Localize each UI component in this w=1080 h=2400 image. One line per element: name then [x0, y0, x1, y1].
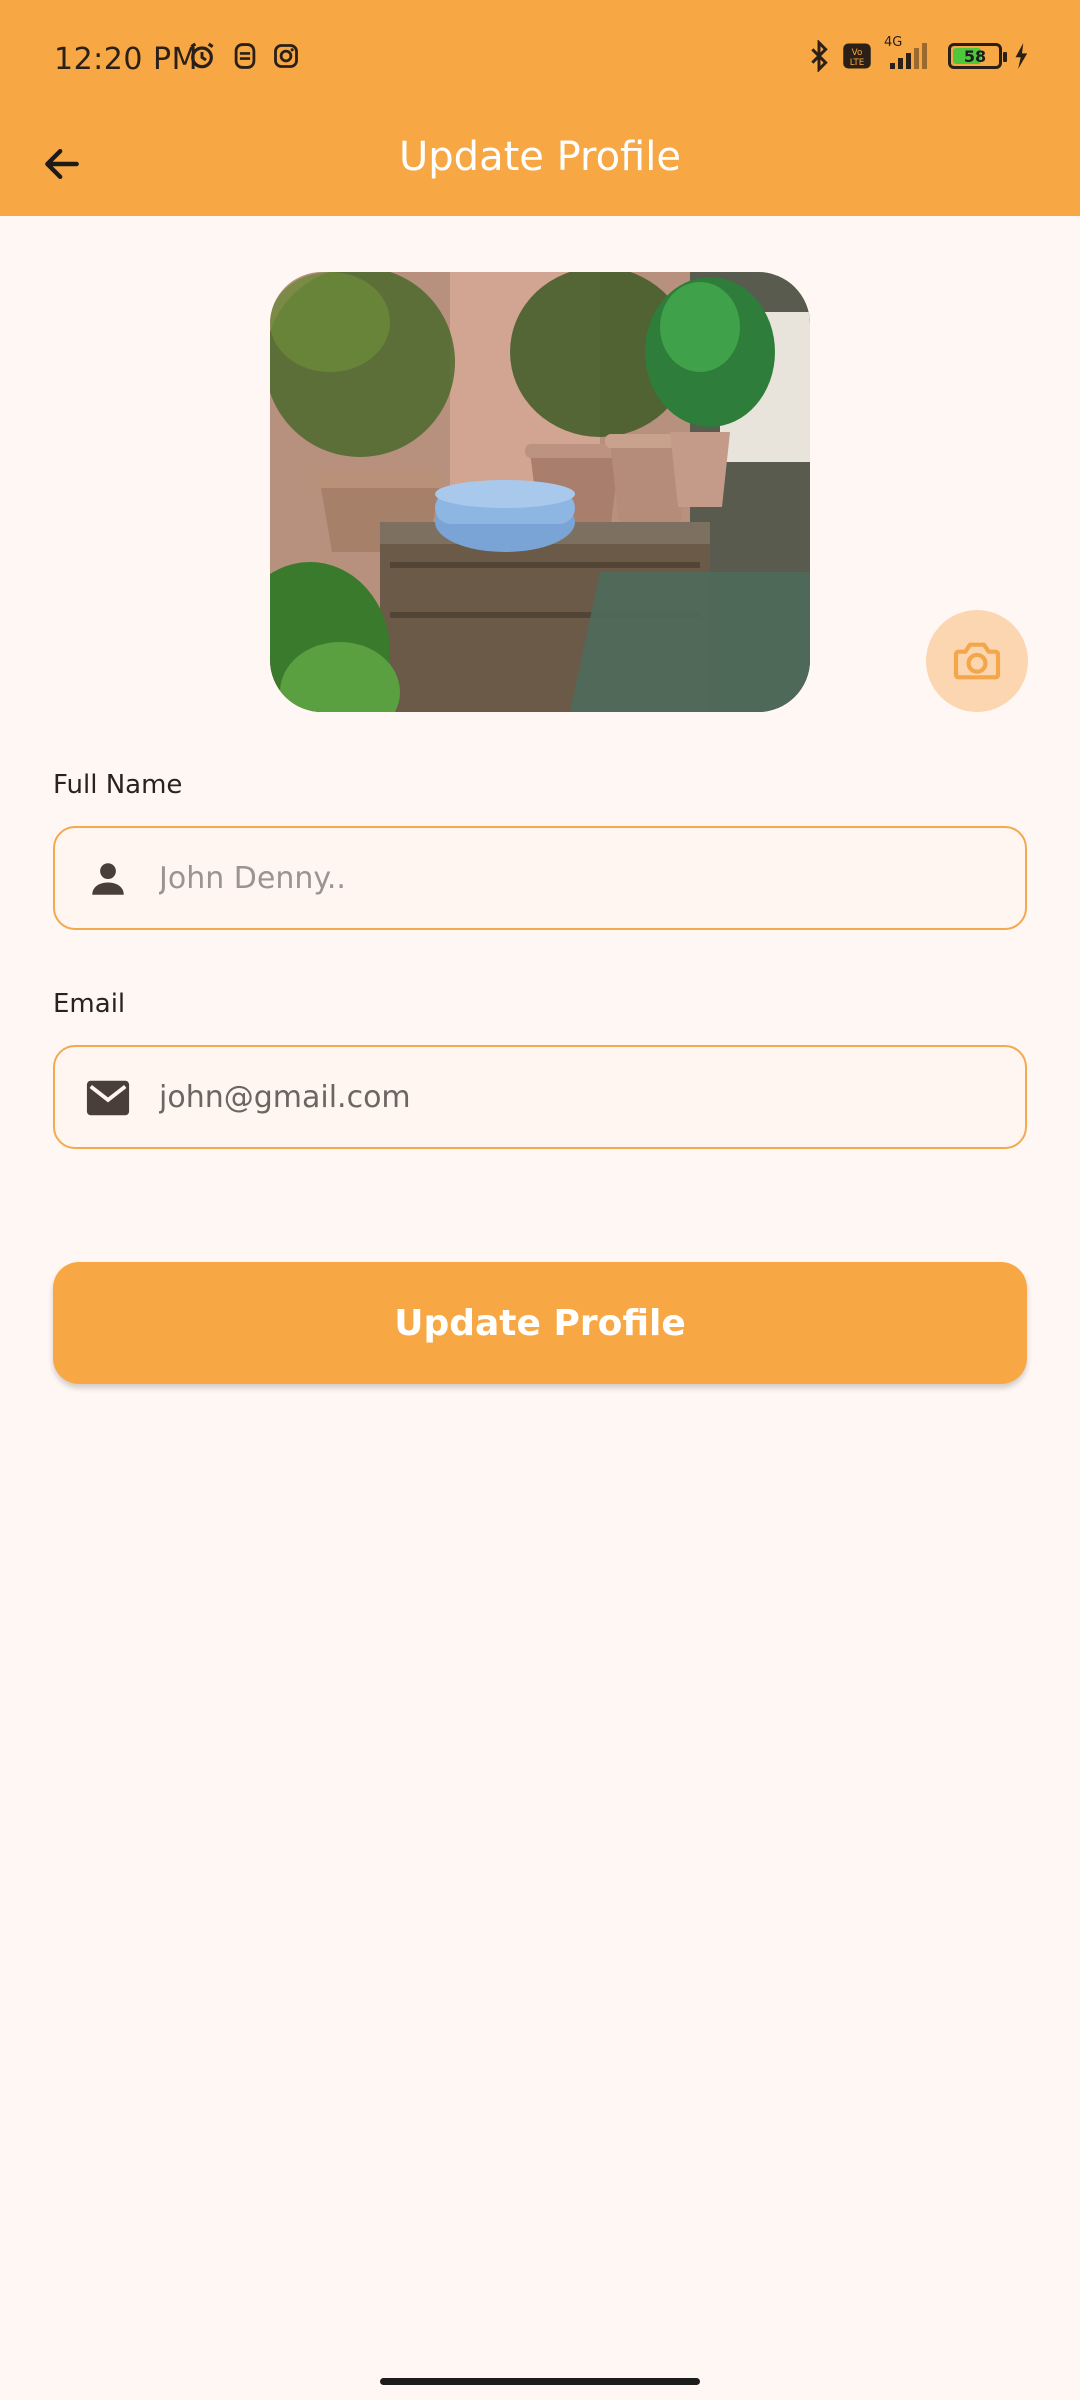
status-icons-left [186, 40, 300, 72]
app-bar: Update Profile [0, 120, 1080, 216]
full-name-field[interactable] [53, 826, 1027, 930]
top-app-bar-background: 12:20 PM Vo LTE 4G 58 Update Profile [0, 0, 1080, 216]
full-name-label: Full Name [53, 770, 183, 800]
status-bar: 12:20 PM Vo LTE 4G 58 [0, 0, 1080, 120]
status-icons-right: Vo LTE 4G 58 [808, 35, 1030, 72]
profile-photo [270, 272, 810, 712]
camera-icon [953, 642, 1001, 680]
change-photo-button[interactable] [926, 610, 1028, 712]
svg-text:LTE: LTE [850, 58, 865, 68]
mail-icon [85, 1075, 131, 1121]
battery-level: 58 [963, 46, 987, 66]
status-time: 12:20 PM [54, 42, 198, 77]
svg-text:Vo: Vo [852, 48, 863, 58]
bluetooth-icon [808, 40, 830, 72]
app-notification-icon [232, 42, 258, 70]
email-input[interactable] [159, 1047, 999, 1147]
battery-indicator: 58 [948, 43, 1007, 69]
home-indicator [380, 2378, 700, 2385]
full-name-input[interactable] [159, 828, 999, 928]
instagram-icon [272, 42, 300, 70]
page-title: Update Profile [399, 134, 681, 180]
email-label: Email [53, 989, 126, 1019]
email-field[interactable] [53, 1045, 1027, 1149]
network-type-label: 4G [884, 35, 903, 50]
charging-icon [1014, 43, 1030, 69]
signal-icon: 4G [884, 35, 936, 71]
alarm-icon [186, 40, 218, 72]
update-profile-button[interactable]: Update Profile [53, 1262, 1027, 1384]
person-icon [85, 856, 131, 902]
volte-icon: Vo LTE [842, 41, 872, 71]
